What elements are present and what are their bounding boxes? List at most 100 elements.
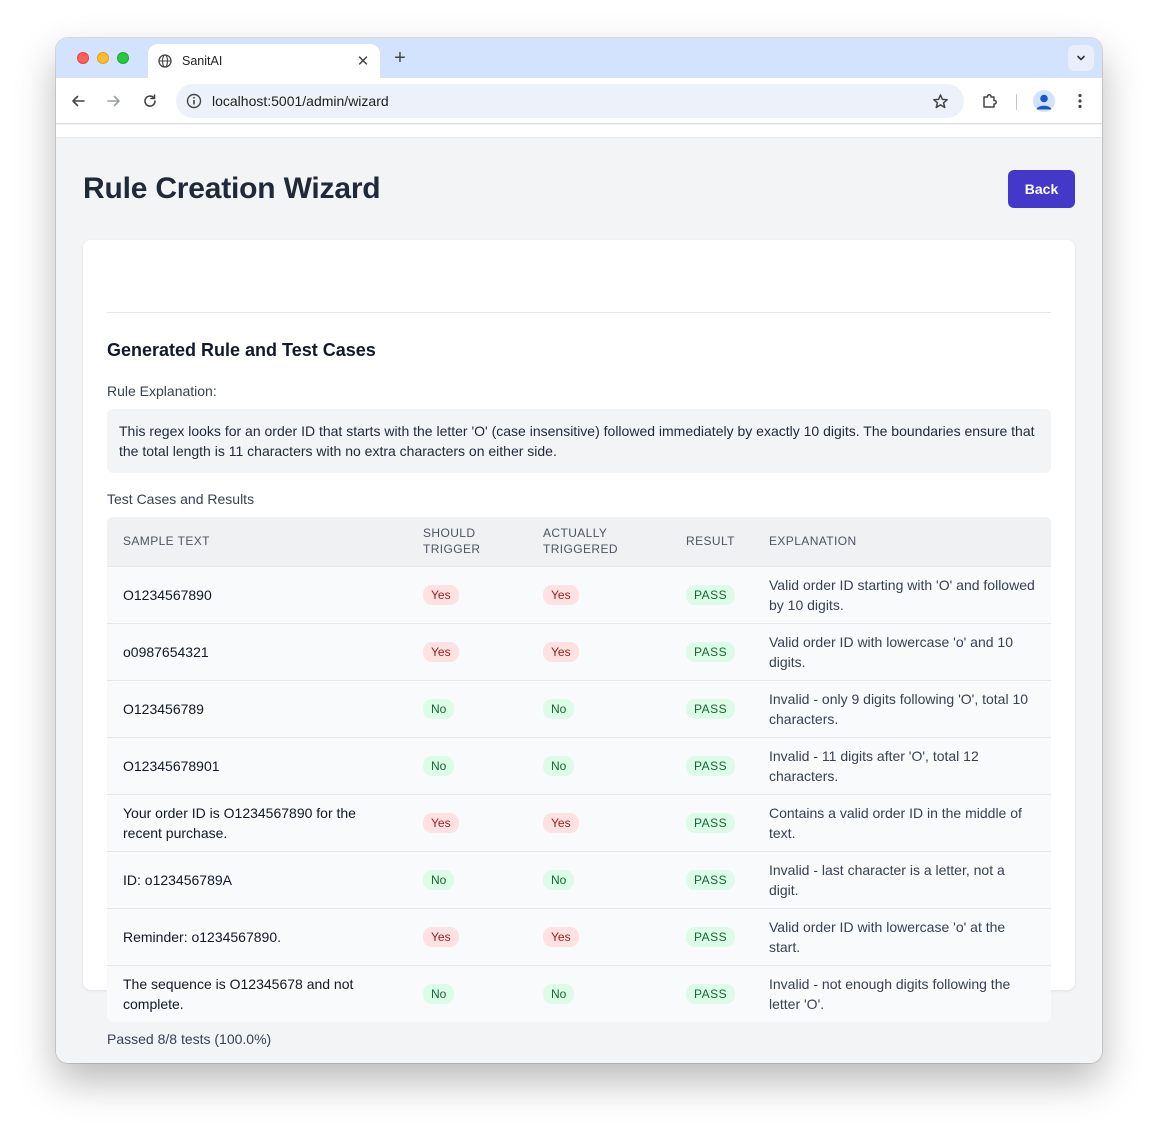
- header-result: RESULT: [670, 517, 753, 566]
- back-button[interactable]: Back: [1008, 170, 1075, 208]
- actually-triggered-badge: No: [543, 699, 575, 719]
- reload-icon[interactable]: [138, 89, 162, 113]
- site-info-icon[interactable]: [186, 93, 202, 109]
- minimize-window-button[interactable]: [97, 52, 109, 64]
- actually-triggered-cell: No: [527, 850, 670, 908]
- extensions-puzzle-icon[interactable]: [978, 89, 1002, 113]
- should-trigger-badge: No: [423, 756, 455, 776]
- sample-text-cell: Your order ID is O1234567890 for the rec…: [107, 793, 407, 851]
- explanation-cell: Valid order ID starting with 'O' and fol…: [753, 565, 1051, 623]
- sample-text-cell: O12345678901: [107, 736, 407, 794]
- section-title: Generated Rule and Test Cases: [107, 340, 376, 360]
- table-row: Reminder: o1234567890. Yes Yes PASS Valid or…: [107, 907, 1051, 965]
- result-cell: PASS: [670, 679, 753, 737]
- table-row: ID: o123456789A No No PASS Invalid - last ch…: [107, 850, 1051, 908]
- result-cell: PASS: [670, 964, 753, 1022]
- actually-triggered-badge: Yes: [543, 813, 579, 833]
- browser-toolbar: localhost:5001/admin/wizard: [56, 78, 1102, 124]
- table-header-row: SAMPLE TEXT SHOULD TRIGGER ACTUALLY TRIG…: [107, 517, 1051, 566]
- result-cell: PASS: [670, 622, 753, 680]
- header-actually-triggered: ACTUALLY TRIGGERED: [527, 517, 670, 566]
- tab-title: SanitAI: [182, 54, 223, 68]
- should-trigger-cell: Yes: [407, 565, 527, 623]
- result-badge: PASS: [686, 699, 736, 719]
- header-should-trigger: SHOULD TRIGGER: [407, 517, 527, 566]
- should-trigger-cell: No: [407, 736, 527, 794]
- back-arrow-icon[interactable]: [66, 89, 90, 113]
- top-nav-strip: [56, 125, 1102, 138]
- actually-triggered-cell: Yes: [527, 907, 670, 965]
- should-trigger-badge: Yes: [423, 813, 459, 833]
- actually-triggered-cell: No: [527, 679, 670, 737]
- result-badge: PASS: [686, 813, 736, 833]
- toolbar-separator: [1016, 94, 1017, 110]
- tab-search-chevron-icon[interactable]: [1068, 45, 1094, 71]
- bookmark-star-icon[interactable]: [930, 91, 950, 111]
- test-results-table: SAMPLE TEXT SHOULD TRIGGER ACTUALLY TRIG…: [107, 517, 1051, 1022]
- actually-triggered-badge: No: [543, 756, 575, 776]
- sample-text-cell: O123456789: [107, 679, 407, 737]
- sample-text-cell: The sequence is O12345678 and not comple…: [107, 964, 407, 1022]
- profile-avatar[interactable]: [1032, 89, 1056, 113]
- explanation-text: This regex looks for an order ID that st…: [107, 409, 1051, 473]
- result-cell: PASS: [670, 565, 753, 623]
- result-cell: PASS: [670, 907, 753, 965]
- explanation-cell: Valid order ID with lowercase 'o' at the…: [753, 907, 1051, 965]
- should-trigger-badge: No: [423, 699, 455, 719]
- result-badge: PASS: [686, 756, 736, 776]
- sample-text-cell: ID: o123456789A: [107, 850, 407, 908]
- explanation-cell: Invalid - not enough digits following th…: [753, 964, 1051, 1022]
- section-divider: [107, 312, 1051, 313]
- header-explanation: EXPLANATION: [753, 517, 1051, 566]
- should-trigger-cell: Yes: [407, 793, 527, 851]
- person-icon: [1033, 90, 1055, 112]
- tab-strip: SanitAI ✕ +: [56, 38, 1102, 78]
- new-tab-icon[interactable]: +: [390, 48, 410, 68]
- table-row: Your order ID is O1234567890 for the rec…: [107, 793, 1051, 851]
- table-row: O1234567890 Yes Yes PASS Valid order ID star…: [107, 565, 1051, 623]
- page-content: Rule Creation Wizard Back Generated Rule…: [56, 125, 1102, 1063]
- actually-triggered-badge: No: [543, 870, 575, 890]
- should-trigger-cell: Yes: [407, 907, 527, 965]
- forward-arrow-icon[interactable]: [102, 89, 126, 113]
- explanation-cell: Invalid - 11 digits after 'O', total 12 …: [753, 736, 1051, 794]
- page-title: Rule Creation Wizard: [83, 172, 381, 205]
- should-trigger-badge: Yes: [423, 585, 459, 605]
- result-cell: PASS: [670, 793, 753, 851]
- browser-tab[interactable]: SanitAI ✕: [148, 44, 380, 78]
- kebab-menu-icon[interactable]: [1068, 89, 1092, 113]
- should-trigger-badge: No: [423, 870, 455, 890]
- result-cell: PASS: [670, 736, 753, 794]
- actually-triggered-cell: Yes: [527, 565, 670, 623]
- result-badge: PASS: [686, 927, 736, 947]
- should-trigger-badge: No: [423, 984, 455, 1005]
- should-trigger-cell: No: [407, 679, 527, 737]
- url-text: localhost:5001/admin/wizard: [212, 93, 389, 109]
- test-cases-label: Test Cases and Results: [107, 491, 255, 507]
- actually-triggered-badge: Yes: [543, 585, 579, 605]
- table-row: O12345678901 No No PASS Invalid - 11 digits …: [107, 736, 1051, 794]
- actually-triggered-badge: No: [543, 984, 575, 1005]
- should-trigger-cell: No: [407, 964, 527, 1022]
- table-row: O123456789 No No PASS Invalid - only 9 digit…: [107, 679, 1051, 737]
- should-trigger-cell: Yes: [407, 622, 527, 680]
- close-tab-icon[interactable]: ✕: [354, 52, 372, 70]
- sample-text-cell: o0987654321: [107, 622, 407, 680]
- maximize-window-button[interactable]: [117, 52, 129, 64]
- result-badge: PASS: [686, 870, 736, 890]
- test-summary: Passed 8/8 tests (100.0%): [107, 1031, 272, 1047]
- actually-triggered-badge: Yes: [543, 927, 579, 947]
- actually-triggered-cell: Yes: [527, 622, 670, 680]
- sample-text-cell: Reminder: o1234567890.: [107, 907, 407, 965]
- actually-triggered-cell: No: [527, 964, 670, 1022]
- result-badge: PASS: [686, 585, 736, 605]
- header-sample-text: SAMPLE TEXT: [107, 517, 407, 566]
- should-trigger-badge: Yes: [423, 927, 459, 947]
- close-window-button[interactable]: [77, 52, 89, 64]
- should-trigger-badge: Yes: [423, 642, 459, 662]
- should-trigger-cell: No: [407, 850, 527, 908]
- result-cell: PASS: [670, 850, 753, 908]
- explanation-cell: Valid order ID with lowercase 'o' and 10…: [753, 622, 1051, 680]
- address-bar[interactable]: localhost:5001/admin/wizard: [176, 84, 964, 118]
- table-row: o0987654321 Yes Yes PASS Valid order ID with…: [107, 622, 1051, 680]
